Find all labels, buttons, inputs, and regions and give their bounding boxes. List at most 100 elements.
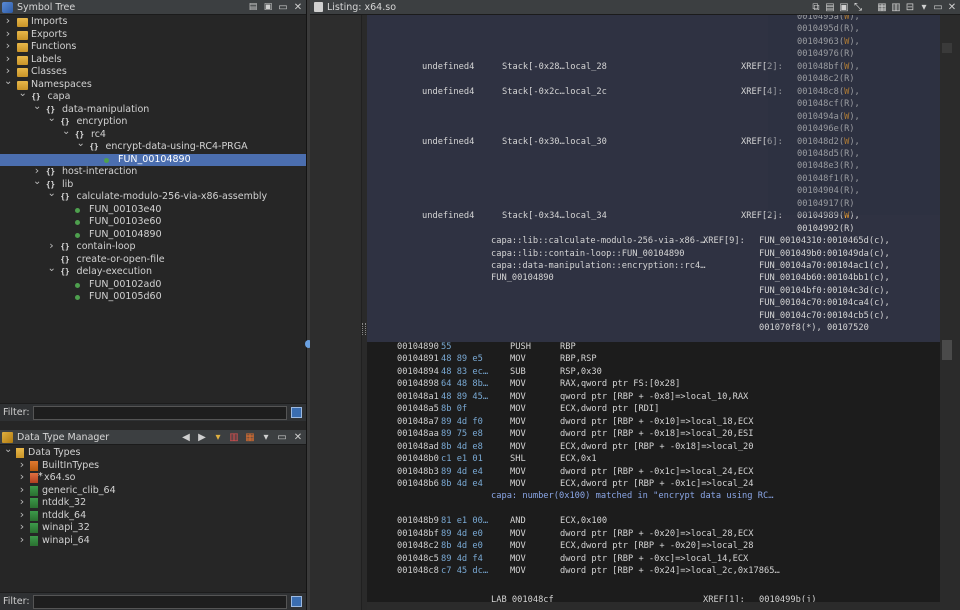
data-type-filter-input[interactable]: [32, 594, 287, 609]
instruction-row[interactable]: 001048b0 c1 e1 01 SHL ECX,0x1: [367, 454, 940, 466]
instruction-row[interactable]: 00104898 64 48 8b… MOV RAX,qword ptr FS:[0x…: [367, 379, 940, 391]
data-type-tree[interactable]: ⌄ Data Types › BuiltInTypes › * x64.so › generic…: [0, 445, 306, 590]
gutter-grip-icon[interactable]: [362, 323, 366, 335]
tree-node[interactable]: › Functions: [0, 39, 306, 54]
expand-right-icon[interactable]: ›: [18, 533, 26, 547]
data-type-node[interactable]: › ntddk_64: [0, 508, 306, 523]
forward-icon[interactable]: ▶: [196, 431, 208, 443]
instruction-row[interactable]: 001048a5 8b 0f MOV ECX,dword ptr [RDI]: [367, 404, 940, 416]
tree-node[interactable]: › Classes: [0, 64, 306, 79]
instruction-row[interactable]: 001048a1 48 89 45… MOV qword ptr [RBP + -0x…: [367, 392, 940, 404]
scrollbar-thumb[interactable]: [942, 340, 952, 360]
close-icon[interactable]: ✕: [946, 1, 958, 13]
close-icon[interactable]: ✕: [292, 1, 304, 13]
more-icon[interactable]: ⊟: [904, 1, 916, 13]
function-node[interactable]: FUN_00102ad0: [0, 279, 306, 292]
instruction-row[interactable]: 00104891 48 89 e5 MOV RBP,RSP: [367, 354, 940, 366]
expand-down-icon[interactable]: ⌄: [48, 263, 56, 276]
menu-icon[interactable]: ▾: [260, 431, 272, 443]
expand-down-icon[interactable]: ⌄: [33, 176, 41, 189]
maximize-icon[interactable]: ▭: [932, 1, 944, 13]
filter-icon[interactable]: ▥: [228, 431, 240, 443]
instruction-row[interactable]: 001048b3 89 4d e4 MOV dword ptr [RBP + -0x1…: [367, 467, 940, 479]
field-layout-icon[interactable]: ▦: [876, 1, 888, 13]
function-node[interactable]: FUN_00103e40: [0, 204, 306, 217]
function-node[interactable]: FUN_00103e60: [0, 216, 306, 229]
expand-down-icon[interactable]: ⌄: [4, 445, 12, 457]
tree-node[interactable]: ⌄ {} encrypt-data-using-RC4-PRGA: [0, 138, 306, 154]
function-node[interactable]: FUN_00104890: [0, 229, 306, 242]
expand-down-icon[interactable]: ⌄: [77, 138, 85, 151]
maximize-icon[interactable]: ▭: [276, 431, 288, 443]
archive-icon[interactable]: ▾: [212, 431, 224, 443]
expand-down-icon[interactable]: ⌄: [48, 113, 56, 126]
tree-node-label: capa: [47, 91, 71, 102]
paste-icon[interactable]: ▤: [824, 1, 836, 13]
instruction-row[interactable]: 001048c8 c7 45 dc… MOV dword ptr [RBP + -0x…: [367, 566, 940, 578]
data-type-node[interactable]: ⌄ Data Types: [0, 445, 306, 460]
listing-horizontal-scrollbar[interactable]: [367, 602, 940, 610]
tree-node[interactable]: › {} contain-loop: [0, 239, 306, 254]
snapshot-icon[interactable]: ▣: [838, 1, 850, 13]
tree-node[interactable]: ⌄ {} delay-execution: [0, 263, 306, 279]
maximize-icon[interactable]: ▭: [277, 1, 289, 13]
symbol-tree-filter-input[interactable]: [32, 405, 287, 420]
xref-entry[interactable]: 00104992(R): [797, 224, 855, 234]
function-node[interactable]: FUN_00105d60: [0, 291, 306, 304]
tree-node[interactable]: › Exports: [0, 27, 306, 42]
instruction-row[interactable]: 001048b6 8b 4d e4 MOV ECX,dword ptr [RBP + …: [367, 479, 940, 491]
instruction-row[interactable]: 001048ad 8b 4d e8 MOV ECX,dword ptr [RBP + …: [367, 442, 940, 454]
instruction-row[interactable]: 00104890 55 PUSH RBP: [367, 342, 940, 354]
close-icon[interactable]: ✕: [292, 431, 304, 443]
expand-right-icon[interactable]: ›: [18, 520, 26, 534]
expand-down-icon[interactable]: ⌄: [48, 188, 56, 201]
tree-node[interactable]: ⌄{} lib: [0, 176, 306, 192]
filter-arrays-icon[interactable]: ▦: [244, 431, 256, 443]
tree-node[interactable]: ⌄{} encryption: [0, 113, 306, 129]
tree-node[interactable]: › Labels: [0, 52, 306, 67]
expand-down-icon[interactable]: ⌄: [4, 76, 12, 89]
instruction-row[interactable]: 001048a7 89 4d f0 MOV dword ptr [RBP + -0x1…: [367, 417, 940, 429]
tree-node[interactable]: {} create-or-open-file: [0, 254, 306, 267]
instruction-row[interactable]: 00104894 48 83 ec… SUB RSP,0x30: [367, 367, 940, 379]
filter-options-icon[interactable]: [291, 596, 302, 607]
tree-node[interactable]: › Imports: [0, 15, 306, 29]
listing-margin[interactable]: [310, 15, 362, 610]
data-type-node[interactable]: › generic_clib_64: [0, 483, 306, 498]
instruction-row[interactable]: 001048aa 89 75 e8 MOV dword ptr [RBP + -0x1…: [367, 429, 940, 441]
tree-node[interactable]: ⌄{} data-manipulation: [0, 101, 306, 117]
create-namespace-icon[interactable]: ▤: [247, 1, 259, 13]
expand-right-icon[interactable]: ›: [4, 15, 12, 28]
filter-options-icon[interactable]: [291, 407, 302, 418]
expand-down-icon[interactable]: ⌄: [33, 101, 41, 114]
instruction-row[interactable]: 001048c5 89 4d f4 MOV dword ptr [RBP + -0xc…: [367, 554, 940, 566]
expand-right-icon[interactable]: ›: [48, 239, 56, 253]
expand-down-icon[interactable]: ⌄: [19, 88, 27, 101]
expand-right-icon[interactable]: ›: [18, 495, 26, 509]
tree-node[interactable]: ⌄{} capa: [0, 88, 306, 104]
listing-vertical-scrollbar[interactable]: [940, 15, 960, 610]
expand-right-icon[interactable]: ›: [4, 39, 12, 53]
function-node[interactable]: FUN_00104890: [0, 153, 306, 166]
tree-node[interactable]: ⌄ {} calculate-modulo-256-via-x86-assembly: [0, 188, 306, 204]
data-type-node[interactable]: › ntddk_32: [0, 495, 306, 510]
expand-down-icon[interactable]: ⌄: [62, 126, 70, 139]
back-icon[interactable]: ◀: [180, 431, 192, 443]
symbol-tree[interactable]: › Imports › Exports › Functions › Labels › Classe…: [0, 15, 306, 400]
instruction-row[interactable]: 001048c2 8b 4d e0 MOV ECX,dword ptr [RBP + …: [367, 541, 940, 553]
data-type-node[interactable]: › * x64.so: [0, 470, 306, 485]
menu-icon[interactable]: ▾: [918, 1, 930, 13]
instruction-row[interactable]: 001048bf 89 4d e0 MOV dword ptr [RBP + -0x2…: [367, 529, 940, 541]
tree-node[interactable]: ⌄{} rc4: [0, 126, 306, 142]
expand-right-icon[interactable]: ›: [18, 470, 26, 484]
data-type-node[interactable]: › BuiltInTypes: [0, 458, 306, 473]
tree-node[interactable]: ⌄ Namespaces: [0, 76, 306, 92]
copy-icon[interactable]: ⧉: [810, 1, 822, 13]
instruction-row[interactable]: 001048b9 81 e1 00… AND ECX,0x100: [367, 516, 940, 528]
edit-field-icon[interactable]: ⤡: [852, 1, 864, 13]
tree-node[interactable]: ›{} host-interaction: [0, 164, 306, 179]
snapshot-icon[interactable]: ▣: [262, 1, 274, 13]
toggle-view-icon[interactable]: ▥: [890, 1, 902, 13]
data-type-node[interactable]: › winapi_64: [0, 533, 306, 548]
data-type-node[interactable]: › winapi_32: [0, 520, 306, 535]
